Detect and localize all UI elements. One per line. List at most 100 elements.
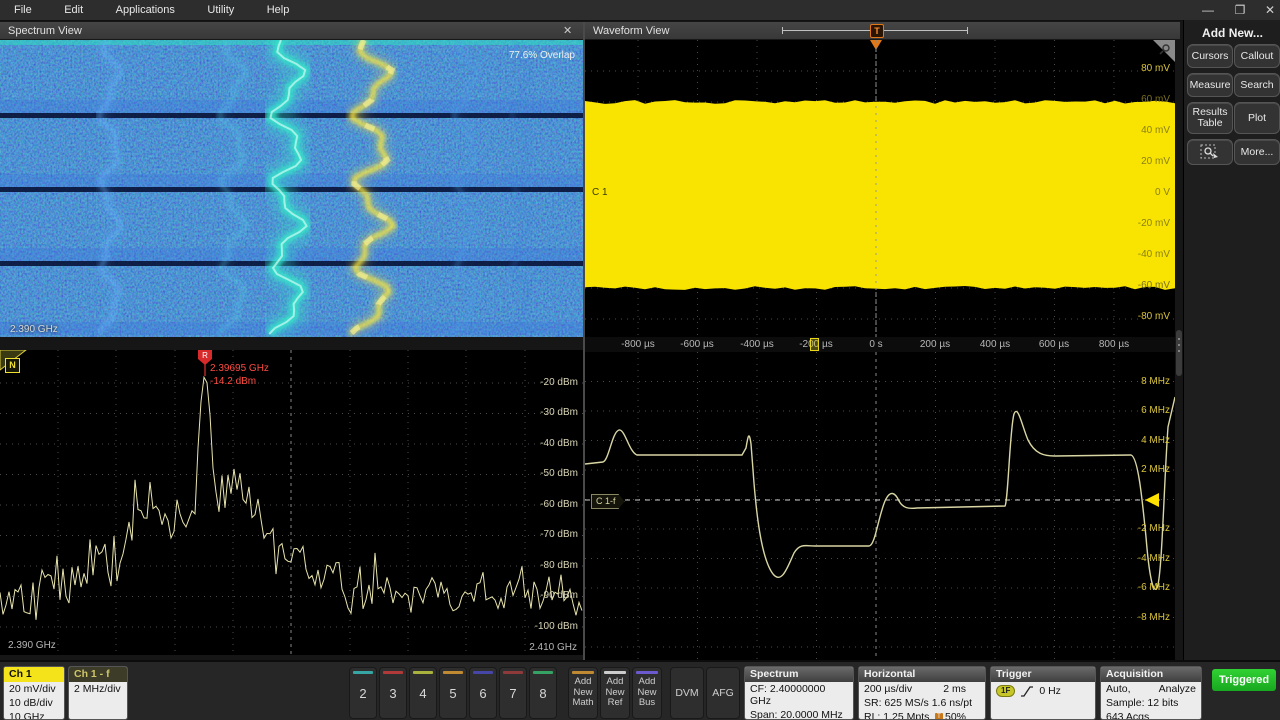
channel1f-scale: 2 MHz/div [69,682,127,696]
spectrum-trace-plot[interactable]: R N 2.39695 GHz -14.2 dBm 2.390 GHz 2.41… [0,350,583,655]
voltage-axis-label: -60 mV [1110,280,1170,291]
channel-5-label: 5 [449,686,456,701]
sidebar: Add New... Cursors Callout Measure Searc… [1183,20,1280,660]
add-new-header: Add New... [1184,20,1280,40]
menu-applications[interactable]: Applications [102,1,189,16]
channel1-badge-title: Ch 1 [4,667,64,682]
acquisition-badge[interactable]: Acquisition Auto,Analyze Sample: 12 bits… [1100,666,1202,720]
channel-7-label: 7 [509,686,516,701]
frequency-axis-label: -2 MHz [1110,523,1170,534]
waveform-view-titlebar[interactable]: Waveform View T [585,22,1180,40]
channel-2-button[interactable]: 2 [349,667,377,719]
more-button[interactable]: More... [1234,139,1280,165]
acquisition-analyze: Analyze [1159,683,1196,695]
spectrogram-plot[interactable]: 77.6% Overlap 2.390 GHz [0,40,583,337]
amplitude-axis-label: -30 dBm [540,407,578,418]
amplitude-axis-label: -50 dBm [540,468,578,479]
spectrum-span: Span: 20.0000 MHz [745,708,853,720]
menu-edit[interactable]: Edit [50,1,97,16]
channel-8-button[interactable]: 8 [529,667,557,719]
time-axis-label: 200 µs [905,339,965,350]
oscilloscope-screen: File Edit Applications Utility Help — ❐ … [0,0,1280,720]
horizontal-window: 2 ms [943,683,966,695]
voltage-axis-label: 20 mV [1110,156,1170,167]
frequency-axis-label: 8 MHz [1110,376,1170,387]
spectrum-view-title: Spectrum View [8,25,82,37]
triggered-status-badge: Triggered [1212,669,1276,691]
menu-file[interactable]: File [0,1,46,16]
channel1f-badge[interactable]: Ch 1 - f 2 MHz/div [68,666,128,720]
expansion-point-marker[interactable] [810,338,819,351]
add-search-button[interactable]: Search [1234,73,1280,97]
window-minimize-icon[interactable]: — [1196,1,1220,19]
overlap-label: 77.6% Overlap [509,50,575,61]
trigger-slope-icon [1020,686,1034,697]
add-cursors-button[interactable]: Cursors [1187,44,1233,68]
horizontal-badge[interactable]: Horizontal 200 µs/div2 ms SR: 625 MS/s1.… [858,666,986,720]
panel-splitter-handle[interactable] [1176,330,1182,376]
bottom-bar: Ch 1 20 mV/div 10 dB/div 10 GHz Ch 1 - f… [0,660,1280,720]
menu-utility[interactable]: Utility [193,1,248,16]
afg-button[interactable]: AFG [706,667,740,719]
trigger-position-indicator[interactable]: T [870,24,884,38]
voltage-axis-label: 60 mV [1110,94,1170,105]
horizontal-resolution: 1.6 ns/pt [932,697,972,709]
channel1-tag[interactable]: C 1 [592,187,608,198]
add-new-math-label: Add New Math [569,677,597,709]
add-new-bus-button[interactable]: Add New Bus [632,667,662,719]
trigger-badge[interactable]: Trigger 1F 0 Hz [990,666,1096,720]
voltage-axis-label: -80 mV [1110,311,1170,322]
frequency-canvas [585,352,1175,660]
spectrum-stop-freq-label: 2.410 GHz [529,642,577,653]
spectrogram-canvas [0,40,583,337]
math-channel-tag[interactable]: C 1-f [591,494,625,509]
dvm-button[interactable]: DVM [670,667,704,719]
frequency-plot[interactable]: C 1-f [585,352,1175,660]
acquisition-count: 643 Acqs [1101,710,1201,720]
add-callout-button[interactable]: Callout [1234,44,1280,68]
time-axis-label: 600 µs [1024,339,1084,350]
channel-6-button[interactable]: 6 [469,667,497,719]
spectrum-start-freq-label: 2.390 GHz [8,640,56,651]
trigger-level: 0 Hz [1039,685,1061,697]
amplitude-axis-label: -40 dBm [540,438,578,449]
spectrum-trace-canvas: R [0,350,583,655]
marker-amplitude-label: -14.2 dBm [210,376,256,387]
time-axis-label: 400 µs [965,339,1025,350]
frequency-axis-label: 6 MHz [1110,405,1170,416]
spectrogram-start-freq-label: 2.390 GHz [10,324,58,335]
frequency-axis-label: 4 MHz [1110,435,1170,446]
marker-frequency-label: 2.39695 GHz [210,363,269,374]
add-new-math-button[interactable]: Add New Math [568,667,598,719]
channel-8-label: 8 [539,686,546,701]
window-restore-icon[interactable]: ❐ [1228,1,1252,19]
spectrum-view-close-icon[interactable]: ✕ [563,22,572,40]
spectrum-badge[interactable]: Spectrum CF: 2.40000000 GHz Span: 20.000… [744,666,854,720]
svg-text:R: R [202,351,208,360]
channel-4-button[interactable]: 4 [409,667,437,719]
channel-4-label: 4 [419,686,426,701]
add-new-bus-label: Add New Bus [633,677,661,709]
zoom-select-button[interactable] [1187,139,1233,165]
channel-7-button[interactable]: 7 [499,667,527,719]
window-close-icon[interactable]: ✕ [1258,1,1280,19]
channel1-db-scale: 10 dB/div [4,696,64,710]
add-results-table-button[interactable]: Results Table [1187,102,1233,134]
waveform-plot[interactable]: C 1 [585,40,1175,337]
add-measure-button[interactable]: Measure [1187,73,1233,97]
channel-3-label: 3 [389,686,396,701]
channel-5-button[interactable]: 5 [439,667,467,719]
spectrum-view-titlebar[interactable]: Spectrum View ✕ [0,22,583,40]
horizontal-badge-title: Horizontal [859,667,985,682]
channel-6-label: 6 [479,686,486,701]
add-plot-button[interactable]: Plot [1234,102,1280,134]
time-axis-label: 800 µs [1084,339,1144,350]
horizontal-position: 50% [945,711,966,720]
add-new-ref-button[interactable]: Add New Ref [600,667,630,719]
menu-help[interactable]: Help [253,1,304,16]
position-bar-left-tick [782,27,783,34]
waveform-view-title: Waveform View [593,25,669,37]
normal-trace-badge[interactable]: N [5,358,20,373]
channel1-badge[interactable]: Ch 1 20 mV/div 10 dB/div 10 GHz [3,666,65,720]
channel-3-button[interactable]: 3 [379,667,407,719]
